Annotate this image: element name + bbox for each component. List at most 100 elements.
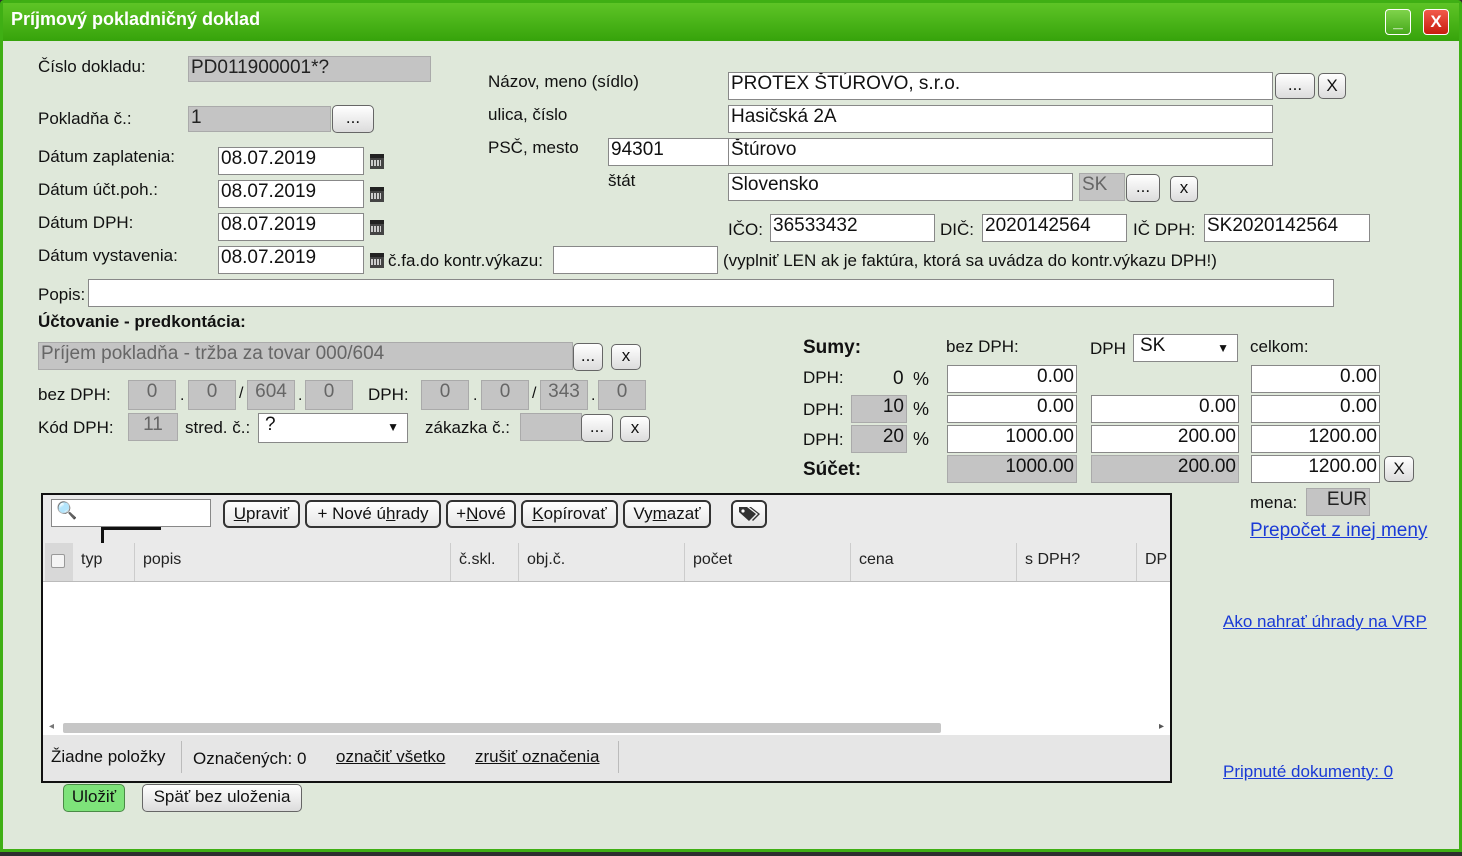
- delete-button[interactable]: Vymazať: [623, 500, 711, 528]
- icdph-input[interactable]: SK2020142564: [1204, 214, 1370, 242]
- order-field: [520, 413, 582, 441]
- title-bar[interactable]: Príjmový pokladničný doklad _ X: [3, 3, 1459, 41]
- ico-input[interactable]: 36533432: [770, 214, 935, 242]
- scrollbar-thumb[interactable]: [63, 723, 941, 733]
- horizontal-scrollbar[interactable]: ◂ ▸: [47, 721, 1166, 735]
- ico-label: IČO:: [728, 220, 763, 239]
- selected-count: Označených: 0: [193, 749, 307, 768]
- grid-search-input[interactable]: 🔍: [51, 499, 211, 527]
- total-amount[interactable]: 0.00: [1251, 365, 1380, 393]
- sum-label: Súčet:: [803, 459, 862, 480]
- order-label: zákazka č.:: [425, 418, 511, 437]
- country-picker-button[interactable]: ...: [1126, 174, 1160, 202]
- center-select-value: ?: [265, 414, 276, 435]
- scroll-right-icon[interactable]: ▸: [1159, 721, 1164, 732]
- net-account-part: 0: [128, 380, 176, 410]
- partner-picker-button[interactable]: ...: [1275, 73, 1315, 99]
- tags-button[interactable]: [731, 500, 767, 528]
- select-all-checkbox[interactable]: [51, 554, 65, 568]
- control-report-note: (vyplniť LEN ak je faktúra, ktorá sa uvá…: [723, 251, 1217, 270]
- net-account-part: 604: [247, 380, 295, 410]
- vat-amount[interactable]: 200.00: [1091, 425, 1239, 453]
- vat-code-label: Kód DPH:: [38, 418, 114, 437]
- issue-date-input[interactable]: 08.07.2019: [218, 246, 364, 274]
- order-clear-button[interactable]: x: [620, 416, 650, 442]
- vat-country-select[interactable]: SK ▼: [1133, 334, 1238, 362]
- description-input[interactable]: [88, 279, 1334, 307]
- net-amount[interactable]: 0.00: [947, 395, 1077, 423]
- edit-button[interactable]: Upraviť: [223, 500, 300, 528]
- city-input[interactable]: Štúrovo: [728, 138, 1273, 166]
- column-header-with-vat[interactable]: s DPH?: [1017, 543, 1137, 581]
- currency-field: EUR: [1306, 488, 1370, 516]
- close-button[interactable]: X: [1423, 9, 1449, 35]
- save-button[interactable]: Uložiť: [63, 784, 125, 812]
- country-input[interactable]: Slovensko: [728, 173, 1073, 201]
- column-header-description[interactable]: popis: [135, 543, 451, 581]
- calendar-icon[interactable]: [370, 187, 384, 202]
- order-picker-button[interactable]: ...: [581, 414, 613, 442]
- vat-account-part: 343: [540, 380, 588, 410]
- percent-sign: %: [913, 429, 930, 449]
- vrp-help-link[interactable]: Ako nahrať úhrady na VRP: [1223, 612, 1427, 632]
- new-payments-button[interactable]: + Nové úhrady: [305, 500, 441, 528]
- dic-input[interactable]: 2020142564: [982, 214, 1127, 242]
- vat-date-input[interactable]: 08.07.2019: [218, 213, 364, 241]
- partner-clear-button[interactable]: X: [1318, 73, 1346, 99]
- center-select[interactable]: ? ▼: [258, 413, 408, 443]
- no-items-text: Žiadne položky: [51, 747, 166, 766]
- zip-input[interactable]: 94301: [608, 138, 731, 166]
- street-input[interactable]: Hasičská 2A: [728, 105, 1273, 133]
- search-icon: 🔍: [56, 501, 78, 520]
- vat-code-field: 11: [128, 413, 178, 441]
- net-account-label: bez DPH:: [38, 385, 111, 404]
- separator-dot: .: [473, 387, 478, 404]
- copy-button[interactable]: Kopírovať: [521, 500, 618, 528]
- scroll-left-icon[interactable]: ◂: [49, 721, 54, 732]
- grid-toolbar: 🔍 Upraviť + Nové úhrady +Nové Kopírovať …: [43, 495, 1170, 543]
- accounting-date-input[interactable]: 08.07.2019: [218, 180, 364, 208]
- column-header-vat[interactable]: DP: [1137, 543, 1170, 581]
- unselect-all-link[interactable]: zrušiť označenia: [475, 747, 600, 767]
- accounting-picker-button[interactable]: ...: [573, 343, 603, 371]
- select-all-link[interactable]: označiť všetko: [336, 747, 445, 767]
- partner-name-label: Názov, meno (sídlo): [488, 72, 639, 91]
- net-amount[interactable]: 1000.00: [947, 425, 1077, 453]
- attached-documents-link[interactable]: Pripnuté dokumenty: 0: [1223, 762, 1393, 782]
- payment-date-input[interactable]: 08.07.2019: [218, 147, 364, 175]
- minimize-button[interactable]: _: [1385, 9, 1411, 35]
- column-header-quantity[interactable]: počet: [685, 543, 851, 581]
- chevron-down-icon: ▼: [387, 420, 399, 434]
- accounting-heading: Účtovanie - predkontácia:: [38, 312, 246, 331]
- calendar-icon[interactable]: [370, 220, 384, 235]
- chevron-down-icon: ▼: [1217, 341, 1229, 355]
- sum-total[interactable]: 1200.00: [1251, 455, 1380, 483]
- column-header-price[interactable]: cena: [851, 543, 1017, 581]
- description-label: Popis:: [38, 285, 86, 304]
- accounting-template-field: Príjem pokladňa - tržba za tovar 000/604: [38, 342, 573, 370]
- separator-slash: /: [532, 385, 537, 402]
- new-button[interactable]: +Nové: [446, 500, 516, 528]
- vat-account-label: DPH:: [368, 385, 409, 404]
- total-amount[interactable]: 0.00: [1251, 395, 1380, 423]
- vat-rate-field: 20: [851, 425, 907, 453]
- vat-amount[interactable]: 0.00: [1091, 395, 1239, 423]
- currency-convert-link[interactable]: Prepočet z inej meny: [1250, 520, 1427, 542]
- total-amount[interactable]: 1200.00: [1251, 425, 1380, 453]
- column-header-order[interactable]: obj.č.: [519, 543, 685, 581]
- calendar-icon[interactable]: [370, 154, 384, 169]
- country-clear-button[interactable]: x: [1170, 176, 1198, 202]
- sum-clear-button[interactable]: X: [1384, 456, 1414, 482]
- column-header-warehouse[interactable]: č.skl.: [451, 543, 519, 581]
- vat-country-value: SK: [1140, 335, 1166, 356]
- register-label: Pokladňa č.:: [38, 109, 132, 128]
- calendar-icon[interactable]: [370, 253, 384, 268]
- control-report-input[interactable]: [553, 246, 718, 274]
- column-header-type[interactable]: typ: [73, 543, 135, 581]
- vat-account-part: 0: [421, 380, 469, 410]
- partner-name-input[interactable]: PROTEX ŠTÚROVO, s.r.o.: [728, 72, 1273, 100]
- register-picker-button[interactable]: ...: [332, 105, 374, 133]
- net-amount[interactable]: 0.00: [947, 365, 1077, 393]
- accounting-clear-button[interactable]: x: [611, 344, 641, 370]
- back-without-save-button[interactable]: Späť bez uloženia: [142, 784, 302, 812]
